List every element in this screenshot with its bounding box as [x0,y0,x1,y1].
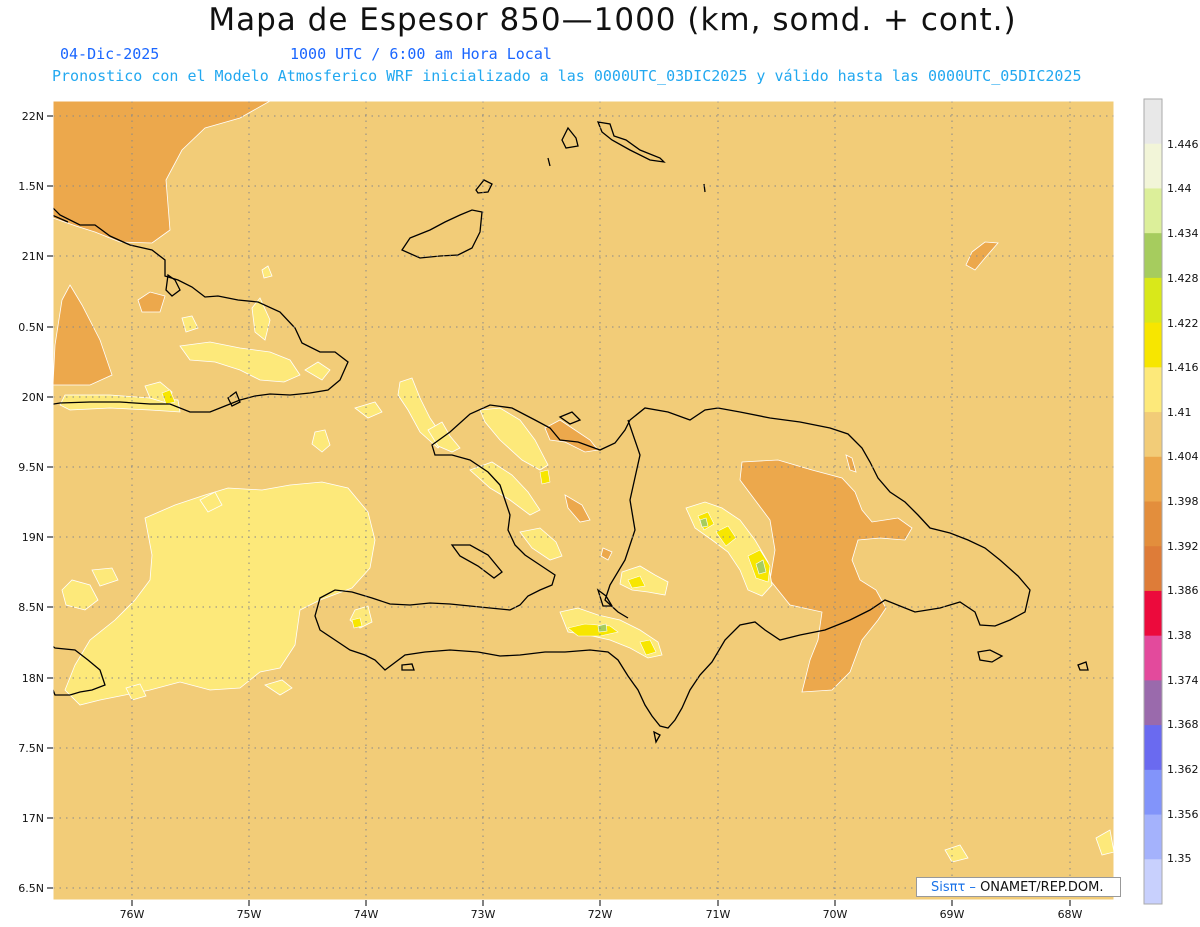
lat-label: 8.5N [18,601,44,614]
colorbar-label: 1.422 [1167,317,1199,330]
lat-label: 1.5N [18,180,44,193]
lat-label: 7.5N [18,742,44,755]
colorbar-swatch [1144,769,1162,816]
colorbar-label: 1.416 [1167,361,1199,374]
colorbar-swatch [1144,233,1162,279]
colorbar-swatch [1144,412,1162,458]
lon-label: 70W [823,908,848,921]
colorbar-label: 1.398 [1167,495,1199,508]
colorbar-swatch [1144,367,1162,413]
colorbar-swatch [1144,322,1162,368]
colorbar-labels: 1.446 1.44 1.434 1.428 1.422 1.416 1.41 … [1167,138,1199,865]
colorbar-swatch [1144,680,1162,726]
colorbar-label: 1.35 [1167,852,1192,865]
colorbar-label: 1.362 [1167,763,1199,776]
colorbar-swatch [1144,188,1162,234]
lon-label: 72W [588,908,613,921]
credit-box: Sisπτ – ONAMET/REP.DOM. [916,877,1121,897]
colorbar-label: 1.404 [1167,450,1199,463]
colorbar-swatch [1144,859,1162,905]
colorbar-label: 1.374 [1167,674,1199,687]
colorbar-label: 1.434 [1167,227,1199,240]
colorbar-label: 1.446 [1167,138,1199,151]
lat-label: 6.5N [18,882,44,895]
colorbar-label: 1.38 [1167,629,1192,642]
colorbar-label: 1.392 [1167,540,1199,553]
lon-label: 76W [120,908,145,921]
colorbar-swatch [1144,814,1162,860]
lat-label: 18N [22,672,44,685]
colorbar-swatch [1144,725,1162,771]
lat-label: 0.5N [18,321,44,334]
colorbar-label: 1.41 [1167,406,1192,419]
lat-label: 21N [22,250,44,263]
colorbar-swatch [1144,456,1162,502]
lon-label: 75W [237,908,262,921]
lon-label: 74W [354,908,379,921]
colorbar-swatch [1144,590,1162,637]
colorbar-label: 1.386 [1167,584,1199,597]
lon-label: 73W [471,908,496,921]
thickness-map: 22N 1.5N 21N 0.5N 20N 9.5N 19N 8.5N 18N … [18,98,1199,921]
colorbar-swatch [1144,277,1162,324]
colorbar-label: 1.428 [1167,272,1199,285]
colorbar-swatch [1144,501,1162,547]
lat-label: 17N [22,812,44,825]
lon-label: 71W [706,908,731,921]
credit-brand: Sisπτ – [931,880,976,895]
colorbar-label: 1.368 [1167,718,1199,731]
lon-label: 68W [1058,908,1083,921]
colorbar-label: 1.356 [1167,808,1199,821]
lat-label: 9.5N [18,461,44,474]
colorbar-swatch [1144,99,1162,145]
colorbar-swatch [1144,635,1162,681]
colorbar-label: 1.44 [1167,182,1192,195]
colorbar-swatch [1144,143,1162,189]
colorbar-swatch [1144,546,1162,592]
lat-label: 22N [22,110,44,123]
lat-label: 20N [22,391,44,404]
lon-label: 69W [940,908,965,921]
lat-label: 19N [22,531,44,544]
credit-org: ONAMET/REP.DOM. [980,880,1104,895]
colorbar [1144,99,1162,905]
